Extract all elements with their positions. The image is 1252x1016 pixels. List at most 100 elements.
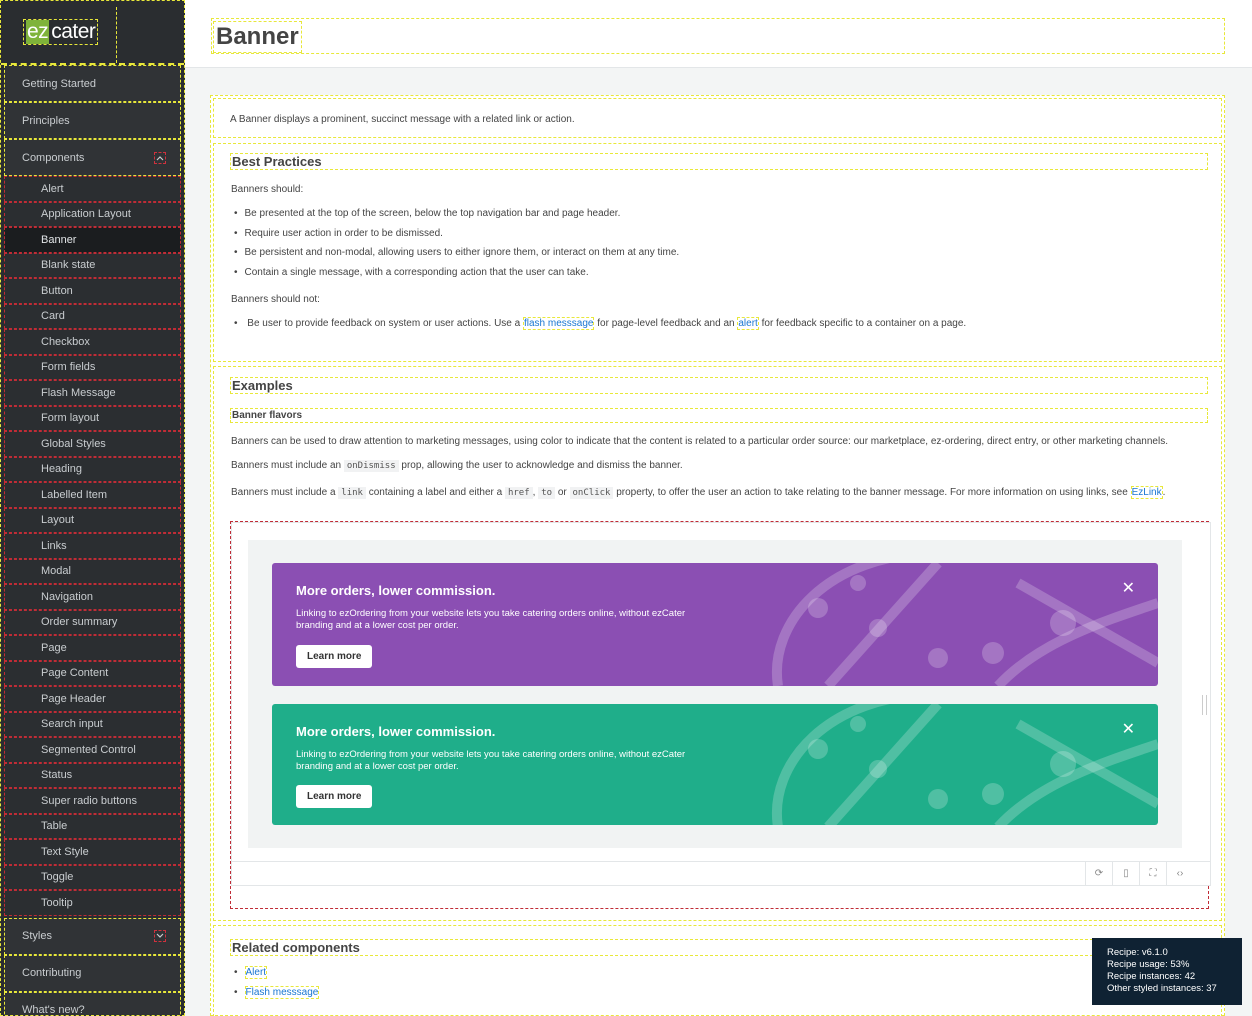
sidebar-item-card[interactable]: Card (4, 303, 181, 329)
examples-heading: Examples (230, 377, 1208, 394)
chevron-down-icon[interactable] (154, 930, 166, 942)
page-title-container: Banner (211, 18, 1225, 54)
list-item: Be user to provide feedback on system or… (234, 317, 967, 330)
text-segment: or (555, 487, 570, 498)
related-alert-link[interactable]: Alert (244, 966, 268, 979)
logo-area: ez cater (1, 1, 184, 65)
intro-text: A Banner displays a prominent, succinct … (230, 114, 575, 125)
sidebar-item-super-radio-buttons[interactable]: Super radio buttons (4, 788, 181, 814)
sidebar-item-segmented-control[interactable]: Segmented Control (4, 737, 181, 763)
sidebar-item-table[interactable]: Table (4, 813, 181, 839)
examples-paragraph: Banners must include an onDismiss prop, … (231, 460, 683, 472)
sidebar-item-flash-message[interactable]: Flash Message (4, 380, 181, 406)
refresh-icon[interactable]: ⟳ (1085, 862, 1112, 885)
learn-more-button[interactable]: Learn more (296, 645, 373, 668)
sidebar-item-banner[interactable]: Banner (4, 227, 181, 253)
logo-cater: cater (51, 20, 96, 43)
banner-title: More orders, lower commission. (296, 724, 496, 739)
example-preview: More orders, lower commission. Linking t… (231, 522, 1211, 862)
code-link: link (338, 487, 366, 499)
ezcater-logo[interactable]: ez cater (23, 19, 99, 45)
text-segment: prop, allowing the user to acknowledge a… (398, 460, 683, 471)
sidebar-item-order-summary[interactable]: Order summary (4, 609, 181, 635)
sidebar-item-labelled-item[interactable]: Labelled Item (4, 482, 181, 508)
copy-icon[interactable]: ▯ (1112, 862, 1139, 885)
best-practices-section: Best Practices Banners should: Be presen… (213, 143, 1222, 362)
alert-link[interactable]: alert (737, 317, 759, 330)
code-onclick: onClick (569, 487, 614, 499)
should-not-label: Banners should not: (231, 294, 320, 305)
sidebar-item-tooltip[interactable]: Tooltip (4, 890, 181, 916)
banner-flavors-heading: Banner flavors (230, 408, 1208, 423)
related-components-section: Related components Alert Flash messsage (213, 925, 1222, 1016)
nav-components[interactable]: Components (4, 139, 181, 176)
sidebar-item-layout[interactable]: Layout (4, 507, 181, 533)
close-icon[interactable]: ✕ (1122, 578, 1135, 598)
banner-title: More orders, lower commission. (296, 583, 496, 598)
sidebar-item-links[interactable]: Links (4, 533, 181, 559)
list-item: Require user action in order to be dismi… (234, 228, 443, 239)
fullscreen-icon[interactable]: ⛶ (1139, 862, 1166, 885)
logo-divider (116, 7, 117, 63)
sidebar-item-toggle[interactable]: Toggle (4, 864, 181, 890)
sidebar-item-page-header[interactable]: Page Header (4, 686, 181, 712)
sidebar: ez cater Getting Started Principles Compo… (0, 0, 185, 1016)
tooltip-line: Recipe: v6.1.0 (1107, 947, 1168, 958)
example-toolbar: ⟳ ▯ ⛶ ‹› (231, 862, 1211, 886)
code-to: to (538, 487, 556, 499)
sidebar-item-page[interactable]: Page (4, 635, 181, 661)
sidebar-item-modal[interactable]: Modal (4, 558, 181, 584)
page-header: Banner (185, 0, 1252, 68)
code-ondismiss: onDismiss (343, 460, 399, 472)
text-segment: property, to offer the user an action to… (613, 487, 1131, 498)
best-practices-heading: Best Practices (230, 153, 1208, 170)
sidebar-item-status[interactable]: Status (4, 762, 181, 788)
example-stage: More orders, lower commission. Linking t… (248, 540, 1182, 848)
banner-green: More orders, lower commission. Linking t… (272, 704, 1158, 825)
flash-message-link[interactable]: flash messsage (523, 317, 595, 330)
learn-more-button[interactable]: Learn more (296, 785, 373, 808)
related-components-heading: Related components (230, 939, 1208, 956)
nav-contributing[interactable]: Contributing (4, 954, 181, 992)
sidebar-item-checkbox[interactable]: Checkbox (4, 329, 181, 355)
sidebar-item-alert[interactable]: Alert (4, 176, 181, 202)
sidebar-item-application-layout[interactable]: Application Layout (4, 201, 181, 227)
related-flash-message-link[interactable]: Flash messsage (244, 986, 320, 999)
nav-components-label: Components (22, 151, 85, 164)
sidebar-item-blank-state[interactable]: Blank state (4, 252, 181, 278)
nav-getting-started[interactable]: Getting Started (4, 65, 181, 102)
code-icon[interactable]: ‹› (1166, 862, 1193, 885)
list-item: Contain a single message, with a corresp… (234, 267, 589, 278)
intro-section: A Banner displays a prominent, succinct … (213, 98, 1222, 138)
sidebar-item-heading[interactable]: Heading (4, 456, 181, 482)
logo-ez: ez (26, 20, 50, 44)
nav-principles[interactable]: Principles (4, 102, 181, 139)
tooltip-line: Recipe instances: 42 (1107, 971, 1196, 982)
list-item: Be presented at the top of the screen, b… (234, 208, 621, 219)
sidebar-item-page-content[interactable]: Page Content (4, 660, 181, 686)
recipe-tooltip: Recipe: v6.1.0 Recipe usage: 53% Recipe … (1092, 938, 1242, 1005)
pizza-illustration (771, 704, 1158, 825)
pizza-illustration (771, 563, 1158, 686)
text-segment: Be user to provide feedback on system or… (247, 318, 523, 329)
nav-styles[interactable]: Styles (4, 917, 181, 955)
text-segment: containing a label and either a (365, 487, 505, 498)
nav-styles-label: Styles (22, 930, 52, 942)
sidebar-item-text-style[interactable]: Text Style (4, 839, 181, 865)
ezlink-link[interactable]: EzLink (1130, 486, 1163, 499)
text-segment: Banners must include an (231, 460, 344, 471)
sidebar-item-navigation[interactable]: Navigation (4, 584, 181, 610)
text-segment: for feedback specific to a container on … (758, 318, 967, 329)
nav-whats-new[interactable]: What's new? (4, 991, 181, 1015)
close-icon[interactable]: ✕ (1122, 719, 1135, 739)
sidebar-item-form-fields[interactable]: Form fields (4, 354, 181, 380)
banner-body: Linking to ezOrdering from your website … (296, 608, 686, 631)
examples-paragraph: Banners must include a link containing a… (231, 486, 1165, 499)
resize-handle[interactable] (1202, 695, 1207, 715)
sidebar-item-button[interactable]: Button (4, 278, 181, 304)
sidebar-item-form-layout[interactable]: Form layout (4, 405, 181, 431)
list-item: Be persistent and non-modal, allowing us… (234, 247, 680, 258)
sidebar-item-global-styles[interactable]: Global Styles (4, 431, 181, 457)
sidebar-item-search-input[interactable]: Search input (4, 711, 181, 737)
chevron-up-icon[interactable] (154, 151, 166, 164)
